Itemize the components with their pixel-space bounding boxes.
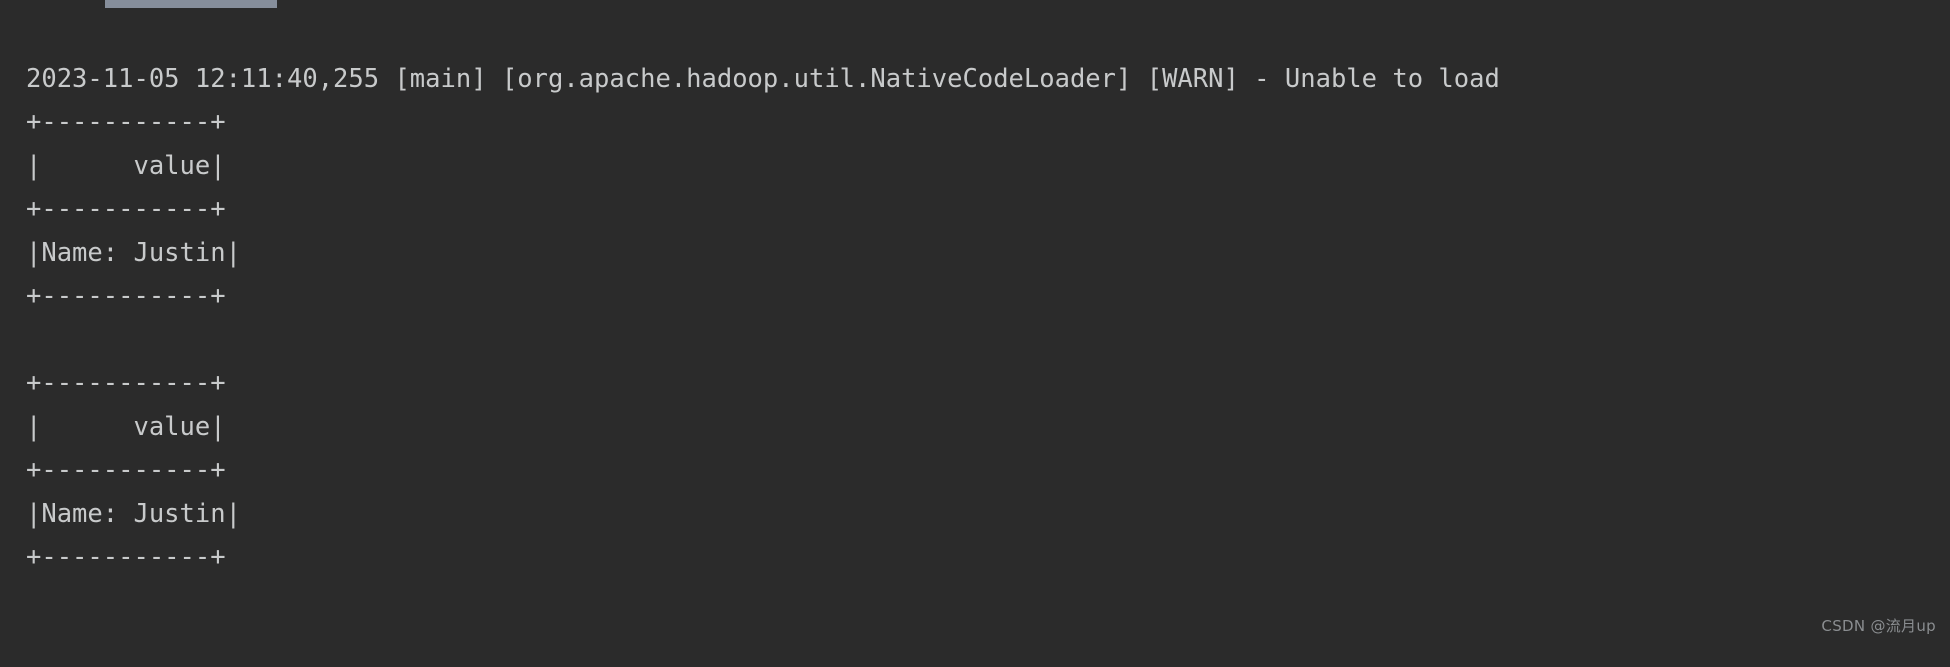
table-1-header-row: | value| bbox=[26, 150, 226, 181]
console-output: 2023-11-05 12:11:40,255 [main] [org.apac… bbox=[0, 8, 1950, 667]
csdn-watermark: CSDN @流月up bbox=[1821, 617, 1936, 635]
table-1-data-row: |Name: Justin| bbox=[26, 237, 241, 268]
tab-fragment[interactable] bbox=[105, 0, 277, 8]
log-line-warn: 2023-11-05 12:11:40,255 [main] [org.apac… bbox=[26, 63, 1500, 94]
table-2-top-border: +-----------+ bbox=[26, 368, 226, 398]
table-1-top-border: +-----------+ bbox=[26, 107, 226, 137]
table-1-header-separator: +-----------+ bbox=[26, 194, 226, 224]
blank-separator-line bbox=[26, 319, 1950, 363]
console-panel[interactable]: 2023-11-05 12:11:40,255 [main] [org.apac… bbox=[0, 8, 1950, 644]
table-2-data-row: |Name: Justin| bbox=[26, 498, 241, 529]
table-2-header-separator: +-----------+ bbox=[26, 455, 226, 485]
table-2-bottom-border: +-----------+ bbox=[26, 542, 226, 572]
table-1-bottom-border: +-----------+ bbox=[26, 281, 226, 311]
table-2-header-row: | value| bbox=[26, 411, 226, 442]
window-top-chrome bbox=[0, 0, 1950, 8]
